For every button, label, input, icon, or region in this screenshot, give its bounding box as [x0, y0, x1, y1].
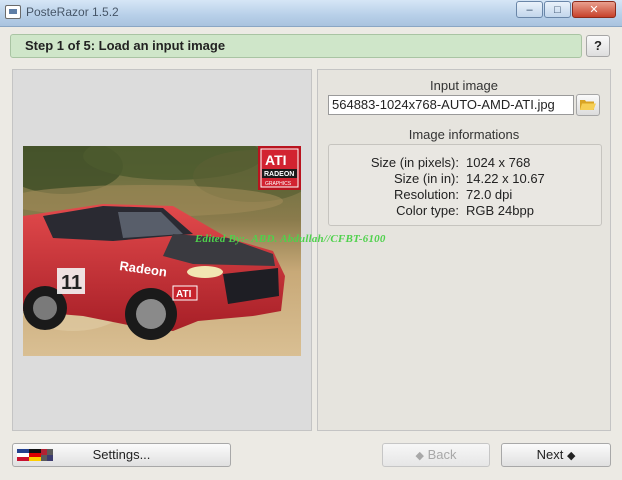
property-label: Size (in pixels):	[370, 155, 459, 170]
hood-badge-text: ATI	[176, 289, 192, 300]
property-label: Color type:	[396, 203, 459, 218]
watermark-text: Edited By:- ABD. Abdullah//CFBT-6100	[195, 233, 386, 245]
back-button[interactable]: ◆ Back	[382, 443, 490, 467]
property-row: Resolution: 72.0 dpi	[329, 187, 601, 203]
step-title: Step 1 of 5: Load an input image	[10, 34, 582, 58]
graphics-logo-text: GRAPHICS	[265, 181, 292, 187]
property-value: 1024 x 768	[466, 155, 531, 170]
image-preview-panel: 11 Radeon ATI ATI RADEON GRAPHICS	[12, 69, 312, 431]
folder-open-icon	[580, 100, 596, 110]
title-bar[interactable]: PosteRazor 1.5.2 – □ ✕	[0, 0, 622, 27]
property-value: 72.0 dpi	[466, 187, 513, 202]
image-info-heading: Image informations	[408, 127, 520, 142]
image-info-panel: Input image 564883-1024x768-AUTO-AMD-ATI…	[317, 69, 611, 431]
property-value: 14.22 x 10.67	[466, 171, 545, 186]
property-label: Size (in in):	[393, 171, 459, 186]
property-label: Resolution:	[393, 187, 459, 202]
input-image-heading: Input image	[430, 78, 498, 93]
property-row: Size (in pixels): 1024 x 768	[329, 155, 601, 171]
close-button[interactable]: ✕	[572, 1, 616, 18]
settings-button[interactable]: Settings...	[12, 443, 231, 467]
radeon-logo-text: RADEON	[264, 171, 294, 178]
next-label: Next	[536, 447, 564, 462]
ati-logo-text: ATI	[265, 152, 287, 168]
back-arrow-icon: ◆	[415, 450, 424, 462]
browse-button[interactable]	[576, 94, 600, 116]
settings-label: Settings...	[92, 447, 151, 462]
property-row: Color type: RGB 24bpp	[329, 203, 601, 219]
window-title: PosteRazor 1.5.2	[26, 5, 119, 19]
help-button[interactable]: ?	[586, 35, 610, 57]
app-icon	[5, 5, 21, 19]
property-value: RGB 24bpp	[466, 203, 534, 218]
next-arrow-icon: ◆	[566, 450, 576, 462]
language-flags-icon	[17, 449, 53, 461]
input-image-preview: 11 Radeon ATI ATI RADEON GRAPHICS	[23, 146, 301, 356]
minimize-button[interactable]: –	[516, 1, 543, 18]
input-image-path-field[interactable]: 564883-1024x768-AUTO-AMD-ATI.jpg	[328, 95, 574, 115]
image-properties-box: Size (in pixels): 1024 x 768 Size (in in…	[328, 144, 602, 226]
back-label: Back	[427, 447, 457, 462]
next-button[interactable]: Next ◆	[501, 443, 611, 467]
maximize-button[interactable]: □	[544, 1, 571, 18]
door-number: 11	[61, 272, 82, 294]
property-row: Size (in in): 14.22 x 10.67	[329, 171, 601, 187]
